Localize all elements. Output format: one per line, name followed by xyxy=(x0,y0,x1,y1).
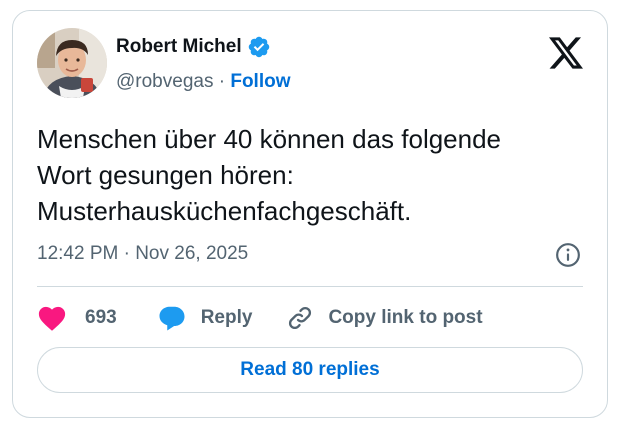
like-count: 693 xyxy=(85,307,117,328)
x-logo-icon[interactable] xyxy=(549,37,583,69)
verified-badge-icon xyxy=(248,36,269,58)
link-icon xyxy=(289,306,312,330)
info-icon[interactable] xyxy=(555,242,581,268)
copy-link-label: Copy link to post xyxy=(328,307,483,328)
author-name[interactable]: Robert Michel xyxy=(116,36,242,58)
divider xyxy=(37,286,583,287)
heart-icon xyxy=(38,306,66,331)
copy-link-button[interactable]: Copy link to post xyxy=(286,304,483,332)
author-handle[interactable]: @robvegas xyxy=(116,71,213,92)
reply-bubble-icon xyxy=(159,306,185,331)
tweet-card: Robert Michel @robvegas · Follow Mensche… xyxy=(12,10,608,418)
tweet-timestamp[interactable]: 12:42 PM · Nov 26, 2025 xyxy=(37,243,248,265)
author-name-row: Robert Michel xyxy=(116,35,271,59)
tweet-text: Menschen über 40 können das folgende Wor… xyxy=(37,124,502,226)
action-bar: 693 Reply Copy link to post xyxy=(37,303,483,333)
reply-button[interactable]: Reply xyxy=(157,303,253,333)
avatar-image xyxy=(37,28,107,98)
handle-separator: · xyxy=(218,71,226,92)
follow-button[interactable]: Follow xyxy=(230,71,290,92)
author-handle-row: @robvegas · Follow xyxy=(116,71,291,93)
read-replies-button[interactable]: Read 80 replies xyxy=(37,347,583,393)
avatar[interactable] xyxy=(37,28,107,98)
like-button[interactable]: 693 xyxy=(37,304,117,332)
reply-label: Reply xyxy=(200,307,253,328)
